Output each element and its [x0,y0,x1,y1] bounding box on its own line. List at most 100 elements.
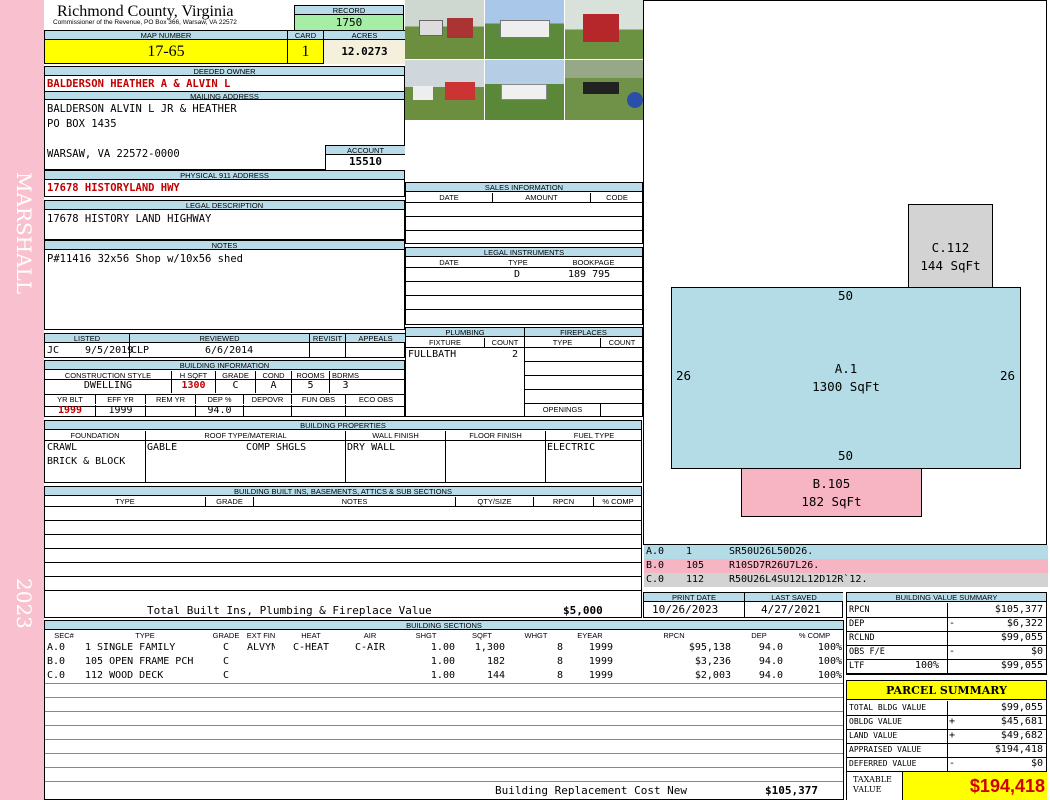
section-c-shape: C.112 144 SqFt [908,204,993,288]
bi-h2-1: EFF YR [95,395,145,404]
ps-label: TOTAL BLDG VALUE [849,703,927,712]
sales-date-col: DATE [439,193,459,202]
vs-value: $105,377 [994,604,1043,615]
legend-path: R10SD7R26U7L26. [729,560,820,571]
sec-cell: B.0 [47,656,66,667]
ps-value: $49,682 [1000,730,1043,741]
sec-cell: 1,300 [474,642,505,653]
sales-information: SALES INFORMATION DATE AMOUNT CODE [405,182,643,244]
listed-by: JC [47,345,60,356]
bi-r2-4 [243,405,291,417]
ps-sign: + [949,716,956,727]
vs-sign: - [949,646,956,657]
print-date: 10/26/2023 [652,604,719,616]
house-front-photo [485,60,564,120]
sec-h-9: EYEAR [577,631,603,640]
bi-h2-5: FUN OBS [291,395,345,404]
sec-cell: 100% [817,656,842,667]
sales-amount-col: AMOUNT [492,193,590,202]
deeded-owner-label: DEEDED OWNER [45,67,404,76]
record-number: 1750 [295,15,403,30]
notes-text: P#11416 32x56 Shop w/10x56 shed [47,253,243,265]
floor-col: FLOOR FINISH [445,431,545,440]
section-c-area: 144 SqFt [920,258,981,273]
sketch-legend: A.0 1 SR50U26L50D26. B.0 105 R10SD7R26U7L26. C… [644,544,1048,589]
sec-cell: 94.0 [758,670,783,681]
last-saved: 4/27/2021 [761,604,821,616]
instr-type: D [514,269,521,280]
sec-cell: 1999 [588,642,613,653]
sec-cell: C.0 [47,670,66,681]
bi-r1-0: DWELLING [83,380,133,391]
review-block: LISTED REVIEWED REVISIT APPEALS JC 9/5/2… [44,333,405,358]
legend-sec: B.0 [646,560,665,571]
map-label: MAP NUMBER [45,31,287,40]
wall-col: WALL FINISH [345,431,445,440]
bi-type-col: TYPE [115,497,135,506]
barn-photo [565,0,645,59]
legend-row: B.0 105 R10SD7R26U7L26. [644,559,1048,573]
commissioner-address: Commissioner of the Revenue, PO Box 366,… [53,19,237,26]
house-photo [485,0,564,59]
sec-cell: 182 [486,656,505,667]
sec-cell: C [222,642,230,653]
building-properties: BUILDING PROPERTIES FOUNDATION ROOF TYPE… [44,420,642,483]
sec-cell: 1.00 [430,656,455,667]
sec-cell: 1.00 [430,642,455,653]
legal-description: 17678 HISTORY LAND HIGHWAY [47,213,212,225]
sec-cell: 8 [556,656,563,667]
sales-label: SALES INFORMATION [406,183,642,192]
bi-r1-3: A [255,380,291,393]
sec-cell: A.0 [47,642,66,653]
legend-code: 112 [686,574,705,585]
taxable-label: TAXABLE VALUE [847,772,903,800]
bi-h2-6: ECO OBS [345,395,406,404]
bi-h2-2: REM YR [145,395,195,404]
sec-cell: 105 OPEN FRAME PCH [85,656,194,667]
sec-cell: C [222,656,230,667]
bi-r2-2 [145,405,195,417]
sec-h-6: SHGT [415,631,437,640]
wall-finish: DRY WALL [347,442,396,453]
sec-cell: 1.00 [430,670,455,681]
openings-label: OPENINGS [542,405,583,414]
bi-r1-4: 5 [291,380,329,393]
sec-cell: 94.0 [758,642,783,653]
sec-h-4: HEAT [301,631,321,640]
tax-year: 2023 [12,578,36,629]
mailing-address-label: MAILING ADDRESS [45,91,404,100]
ps-label: APPRAISED VALUE [849,745,922,754]
map-box: MAP NUMBER CARD ACRES 17-65 1 12.0273 [44,30,405,64]
fuel-type: ELECTRIC [547,442,596,453]
roof-material: COMP SHGLS [246,442,307,453]
bi-grade-col: GRADE [205,497,253,506]
building-value-summary: BUILDING VALUE SUMMARY RPCN $105,377 DEP - $… [846,592,1047,675]
notes-label: NOTES [45,241,404,250]
sec-cell: C-HEAT [292,642,330,653]
listed-date: 9/5/2019 [85,345,134,356]
built-ins: BUILDING BUILT INS, BASEMENTS, ATTICS & … [44,486,642,618]
reviewed-date: 6/6/2014 [205,345,254,356]
mailing-line-2: PO BOX 1435 [47,118,117,130]
section-a-area: 1300 SqFt [812,379,880,394]
sec-h-5: AIR [363,631,377,640]
owner-name: BALDERSON HEATHER A & ALVIN L [47,78,231,90]
vs-label: OBS F/E [849,647,885,657]
acres-label: ACRES [323,31,405,40]
legend-code: 1 [686,546,693,557]
sec-h-2: GRADE [212,631,240,640]
ps-value: $194,418 [994,744,1043,755]
sec-h-8: WHGT [524,631,548,640]
ps-label: OBLDG VALUE [849,717,902,726]
bi-r1-1: 1300 [171,380,215,393]
legend-path: R50U26L4SU12L12D12R`12. [729,574,868,585]
garage-photo [405,60,484,120]
building-info-label: BUILDING INFORMATION [45,361,404,370]
dim-top: 50 [838,288,854,303]
fixture-name: FULLBATH [408,349,457,360]
bi-h2-0: YR BLT [57,395,83,404]
legal-instruments: LEGAL INSTRUMENTS DATE TYPE BOOKPAGE D 1… [405,247,643,325]
reviewed-label: REVIEWED [129,334,309,343]
vs-label: DEP [849,619,865,629]
sec-h-7: SQFT [472,631,492,640]
